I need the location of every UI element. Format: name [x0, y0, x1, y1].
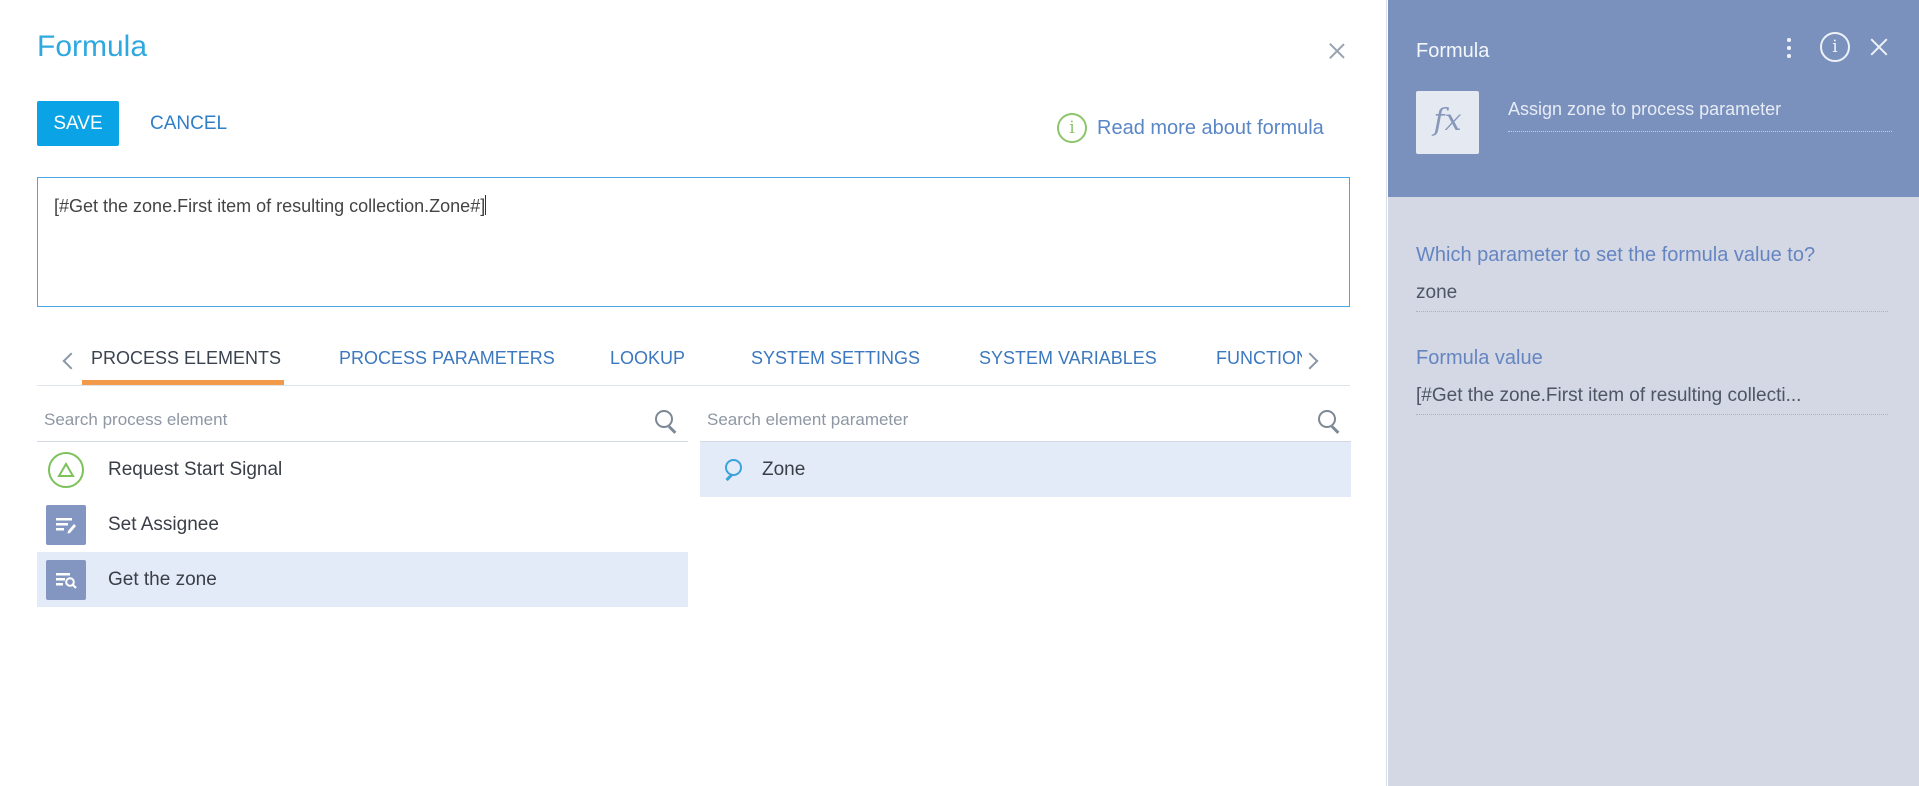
element-search	[37, 400, 688, 442]
close-icon[interactable]	[1868, 36, 1890, 58]
tab-system-settings[interactable]: SYSTEM SETTINGS	[751, 348, 920, 369]
search-icon[interactable]	[654, 409, 678, 433]
tab-lookup[interactable]: LOOKUP	[610, 348, 685, 369]
panel-header: Formula i fx Assign zone to process para…	[1388, 0, 1919, 197]
active-tab-indicator	[82, 380, 284, 385]
read-more-label: Read more about formula	[1097, 116, 1324, 139]
root: Formula SAVE CANCEL i Read more about fo…	[0, 0, 1919, 786]
save-button[interactable]: SAVE	[37, 101, 119, 146]
element-parameters-column: Zone	[700, 400, 1351, 497]
list-item-label: Request Start Signal	[108, 458, 283, 480]
list-item-label: Get the zone	[108, 568, 217, 590]
list-item-request-start-signal[interactable]: Request Start Signal	[37, 442, 688, 497]
read-more-link[interactable]: i Read more about formula	[1057, 113, 1324, 143]
tab-system-variables[interactable]: SYSTEM VARIABLES	[979, 348, 1157, 369]
start-signal-icon	[48, 451, 84, 488]
element-properties-panel: Formula i fx Assign zone to process para…	[1388, 0, 1919, 786]
list-item-label: Zone	[762, 458, 806, 480]
parameter-value-field[interactable]: zone	[1416, 282, 1888, 312]
dialog-title: Formula	[37, 30, 148, 63]
edit-task-icon	[46, 504, 86, 545]
element-name-field[interactable]: Assign zone to process parameter	[1508, 99, 1892, 132]
list-item-set-assignee[interactable]: Set Assignee	[37, 497, 688, 552]
tab-functions[interactable]: FUNCTIONS	[1216, 348, 1302, 369]
list-item-zone[interactable]: Zone	[700, 442, 1351, 497]
lookup-search-icon	[720, 458, 744, 482]
formula-value-label: Formula value	[1416, 347, 1543, 369]
search-icon[interactable]	[1317, 409, 1341, 433]
process-elements-column: Request Start Signal Set Assignee	[37, 400, 688, 607]
info-icon[interactable]: i	[1820, 32, 1850, 62]
parameter-question-label: Which parameter to set the formula value…	[1416, 244, 1816, 266]
read-data-icon	[46, 559, 86, 600]
parameter-search	[700, 400, 1351, 442]
panel-title: Formula	[1416, 40, 1490, 62]
formula-dialog: Formula SAVE CANCEL i Read more about fo…	[0, 0, 1387, 786]
chevron-right-icon[interactable]	[1304, 350, 1324, 370]
tab-process-elements[interactable]: PROCESS ELEMENTS	[91, 348, 281, 369]
formula-text: [#Get the zone.First item of resulting c…	[54, 196, 486, 216]
list-item-get-the-zone[interactable]: Get the zone	[37, 552, 688, 607]
chevron-left-icon[interactable]	[59, 350, 79, 370]
parameter-search-input[interactable]	[700, 400, 1351, 440]
text-caret	[485, 195, 487, 215]
more-options-icon[interactable]	[1784, 38, 1794, 60]
close-icon[interactable]	[1326, 40, 1348, 62]
cancel-button[interactable]: CANCEL	[150, 101, 227, 146]
element-search-input[interactable]	[37, 400, 688, 440]
tab-bar: PROCESS ELEMENTS PROCESS PARAMETERS LOOK…	[37, 340, 1350, 386]
info-icon: i	[1057, 113, 1087, 143]
formula-value-field[interactable]: [#Get the zone.First item of resulting c…	[1416, 385, 1888, 415]
tab-process-parameters[interactable]: PROCESS PARAMETERS	[339, 348, 555, 369]
formula-editor[interactable]: [#Get the zone.First item of resulting c…	[37, 177, 1350, 307]
fx-icon: fx	[1416, 91, 1479, 154]
list-item-label: Set Assignee	[108, 513, 219, 535]
